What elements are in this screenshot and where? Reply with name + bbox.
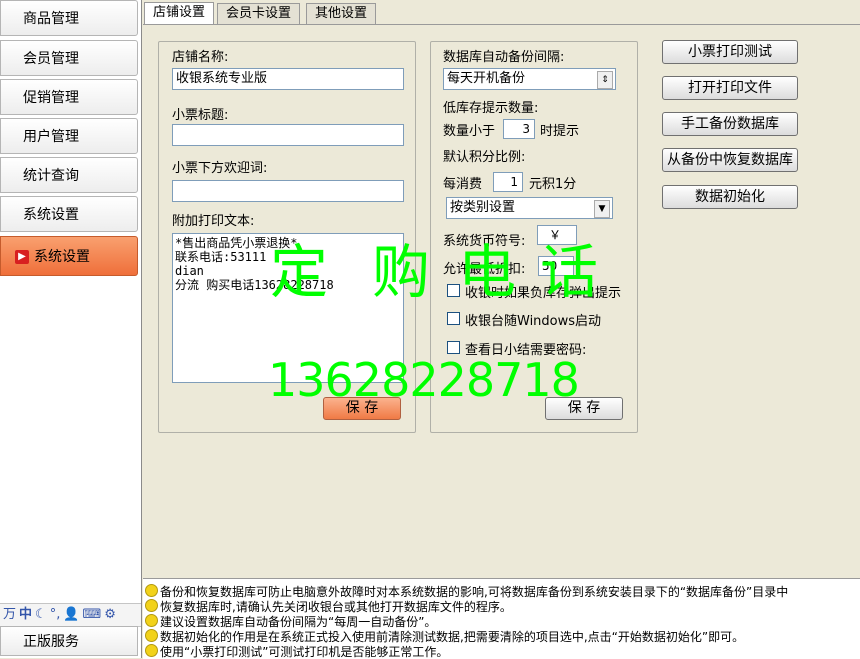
welcome-text-input[interactable] <box>172 180 404 202</box>
sidebar-item-label: 会员管理 <box>23 51 79 67</box>
button-label: 数据初始化 <box>695 189 765 205</box>
min-discount-spinner[interactable]: 50 <box>538 256 574 276</box>
ime-logo-icon[interactable]: 万 <box>3 604 16 626</box>
sidebar-item-system-settings[interactable]: 系统设置 <box>0 196 138 232</box>
lightbulb-icon <box>145 584 158 597</box>
sidebar-active-label: 系统设置 <box>34 249 90 265</box>
degree-icon[interactable]: °, <box>50 604 61 626</box>
lightbulb-icon <box>145 599 158 612</box>
tab-label: 其他设置 <box>315 6 368 21</box>
info-text: 备份和恢复数据库可防止电脑意外故障时对本系统数据的影响,可将数据库备份到系统安装… <box>160 585 789 599</box>
spin-arrows-icon[interactable]: ⇕ <box>597 71 613 89</box>
keyboard-icon[interactable]: ⌨ <box>83 604 102 626</box>
tab-member-card-settings[interactable]: 会员卡设置 <box>217 3 301 24</box>
help-info-panel: 备份和恢复数据库可防止电脑意外故障时对本系统数据的影响,可将数据库备份到系统安装… <box>143 578 860 659</box>
sidebar-item-promotions[interactable]: 促销管理 <box>0 79 138 115</box>
ime-toolbar[interactable]: 万中 ☾ °, 👤 ⌨ ⚙ <box>0 603 141 627</box>
qty-less-label: 数量小于 <box>443 124 496 139</box>
sidebar-item-products[interactable]: 商品管理 <box>0 0 138 36</box>
button-label: 打开打印文件 <box>688 80 772 96</box>
category-select[interactable]: 按类别设置 ▼ <box>446 197 613 219</box>
sidebar-item-label: 系统设置 <box>23 207 79 223</box>
category-select-value: 按类别设置 <box>450 200 516 215</box>
daily-summary-password-checkbox[interactable] <box>447 341 460 354</box>
open-print-file-button[interactable]: 打开打印文件 <box>662 76 798 100</box>
manual-backup-button[interactable]: 手工备份数据库 <box>662 112 798 136</box>
shop-save-button[interactable]: 保 存 <box>323 397 401 420</box>
info-text: 数据初始化的作用是在系统正式投入使用前清除测试数据,把需要清除的项目选中,点击“… <box>160 630 745 644</box>
sidebar-item-label: 促销管理 <box>23 90 79 106</box>
daily-summary-password-label: 查看日小结需要密码: <box>465 343 587 358</box>
autostart-label: 收银台随Windows启动 <box>465 314 602 329</box>
extra-print-text-label: 附加打印文本: <box>172 214 255 229</box>
negative-stock-checkbox[interactable] <box>447 284 460 297</box>
autostart-checkbox[interactable] <box>447 312 460 325</box>
backup-interval-select[interactable]: 每天开机备份 ⇕ <box>443 68 616 90</box>
receipt-print-test-button[interactable]: 小票打印测试 <box>662 40 798 64</box>
negative-stock-label: 收银时如果负库存弹出提示 <box>465 286 622 301</box>
ime-mode-indicator[interactable]: 中 <box>19 604 32 626</box>
button-label: 小票打印测试 <box>688 44 772 60</box>
arrow-right-icon: ▶ <box>15 250 29 264</box>
welcome-text-label: 小票下方欢迎词: <box>172 161 268 176</box>
chevron-down-icon[interactable]: ▼ <box>594 200 610 218</box>
button-label: 手工备份数据库 <box>681 116 779 132</box>
low-stock-qty-input[interactable]: 3 <box>503 119 535 139</box>
save-label: 保 存 <box>567 400 601 416</box>
restore-backup-button[interactable]: 从备份中恢复数据库 <box>662 148 798 172</box>
extra-print-text-area[interactable]: *售出商品凭小票退换* 联系电话:53111 dian 分流 购买电话13628… <box>172 233 404 383</box>
button-label: 从备份中恢复数据库 <box>667 152 793 168</box>
spend-label: 每消费 <box>443 177 483 192</box>
receipt-title-input[interactable] <box>172 124 404 146</box>
spend-amount-input[interactable]: 1 <box>493 172 523 192</box>
genuine-service-label: 正版服务 <box>23 634 79 650</box>
user-icon[interactable]: 👤 <box>63 604 79 626</box>
spend-suffix-label: 元积1分 <box>529 177 577 192</box>
sidebar-item-members[interactable]: 会员管理 <box>0 40 138 76</box>
save-label: 保 存 <box>345 400 379 416</box>
sidebar-item-statistics[interactable]: 统计查询 <box>0 157 138 193</box>
currency-symbol-input[interactable]: ￥ <box>537 225 577 245</box>
info-text: 恢复数据库时,请确认先关闭收银台或其他打开数据库文件的程序。 <box>160 600 512 614</box>
receipt-title-label: 小票标题: <box>172 108 229 123</box>
sidebar-item-label: 用户管理 <box>23 129 79 145</box>
sidebar: 商品管理 会员管理 促销管理 用户管理 统计查询 系统设置 ▶ 系统设置 万中 ☾ °… <box>0 0 142 658</box>
tab-label: 会员卡设置 <box>226 6 292 21</box>
data-initialize-button[interactable]: 数据初始化 <box>662 185 798 209</box>
sidebar-item-label: 统计查询 <box>23 168 79 184</box>
lightbulb-icon <box>145 629 158 642</box>
lightbulb-icon <box>145 614 158 627</box>
db-save-button[interactable]: 保 存 <box>545 397 623 420</box>
min-discount-value: 50 <box>542 259 558 273</box>
min-discount-label: 允许最低折扣: <box>443 262 526 277</box>
tab-other-settings[interactable]: 其他设置 <box>306 3 377 24</box>
backup-interval-label: 数据库自动备份间隔: <box>443 50 565 65</box>
low-stock-label: 低库存提示数量: <box>443 101 539 116</box>
qty-suffix-label: 时提示 <box>540 124 580 139</box>
currency-symbol-label: 系统货币符号: <box>443 234 526 249</box>
shop-name-label: 店铺名称: <box>172 50 229 65</box>
genuine-service-button[interactable]: 正版服务 <box>0 626 138 656</box>
sidebar-item-label: 商品管理 <box>23 11 79 27</box>
info-text: 建议设置数据库自动备份间隔为“每周一自动备份”。 <box>160 615 437 629</box>
info-text: 使用“小票打印测试”可测试打印机是否能够正常工作。 <box>160 645 449 659</box>
sidebar-active-section[interactable]: ▶ 系统设置 <box>0 236 138 276</box>
sidebar-item-users[interactable]: 用户管理 <box>0 118 138 154</box>
lightbulb-icon <box>145 644 158 657</box>
shop-name-input[interactable]: 收银系统专业版 <box>172 68 404 90</box>
tab-shop-settings[interactable]: 店铺设置 <box>144 2 215 25</box>
tab-label: 店铺设置 <box>153 5 206 20</box>
backup-interval-value: 每天开机备份 <box>447 71 526 86</box>
settings-icon[interactable]: ⚙ <box>104 604 116 626</box>
moon-icon[interactable]: ☾ <box>35 604 47 626</box>
points-ratio-label: 默认积分比例: <box>443 150 526 165</box>
info-line: 使用“小票打印测试”可测试打印机是否能够正常工作。 <box>145 643 448 659</box>
